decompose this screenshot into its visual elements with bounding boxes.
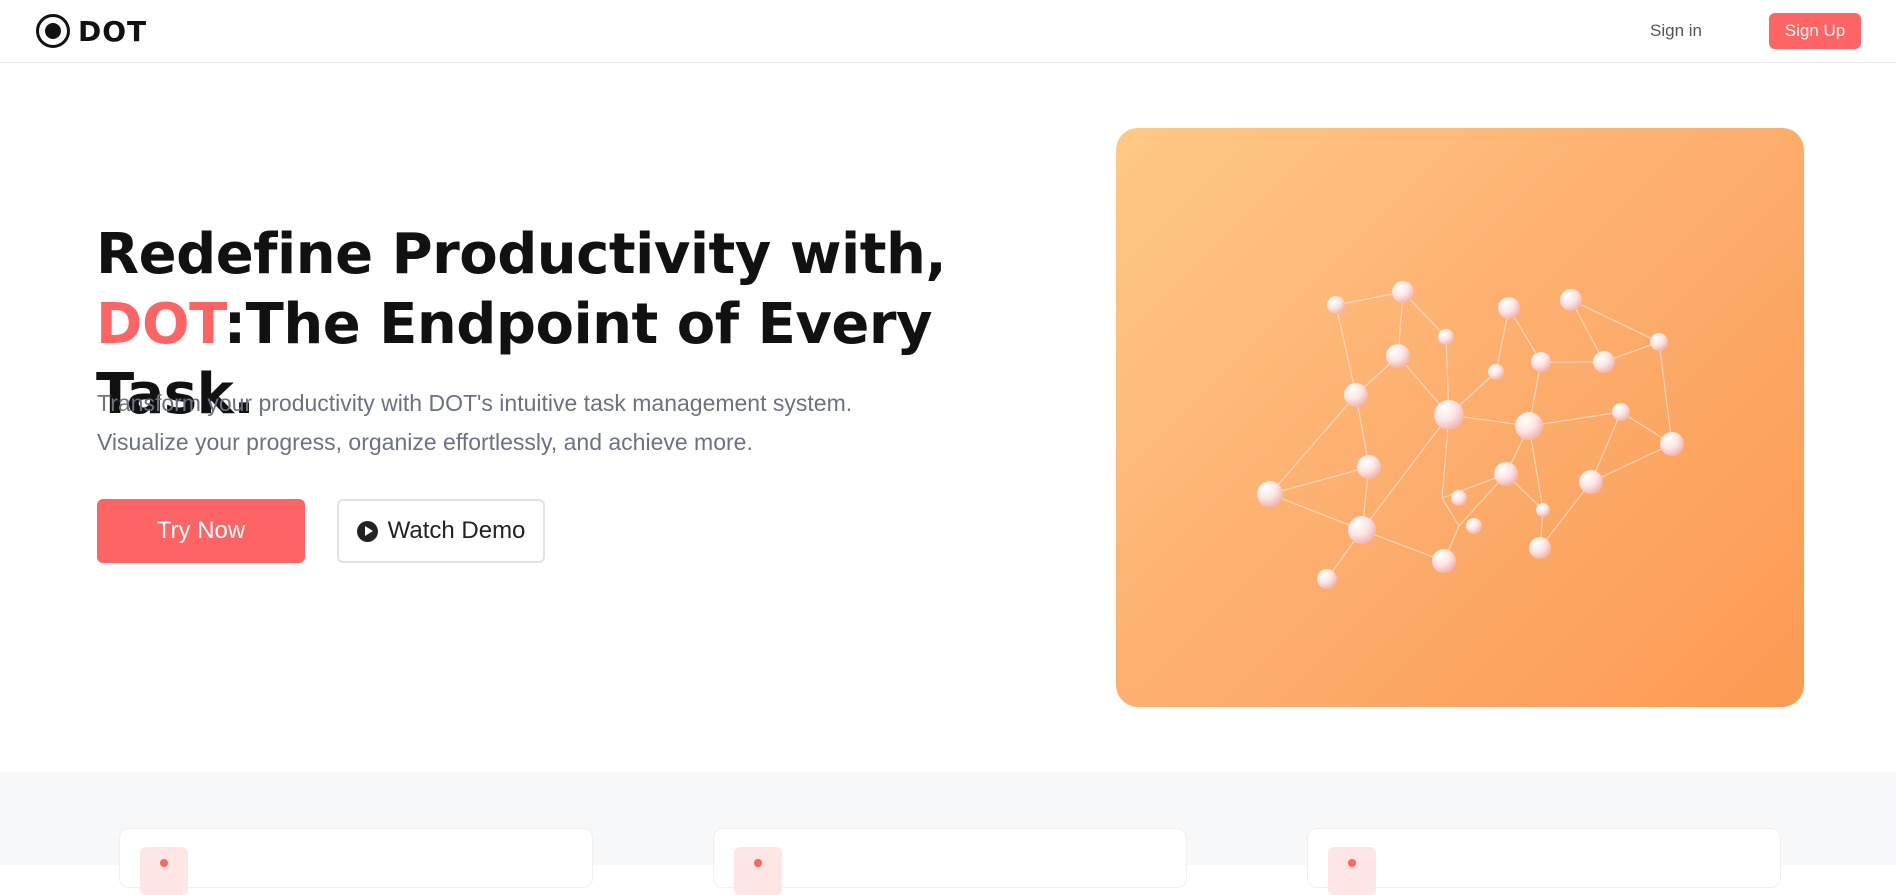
features-section	[0, 772, 1896, 895]
watch-demo-label: Watch Demo	[387, 517, 526, 544]
network-nodes-illustration	[1257, 281, 1684, 589]
brand-name: DOT	[78, 14, 148, 48]
feature-card	[119, 828, 593, 895]
sign-up-button[interactable]: Sign Up	[1769, 13, 1861, 49]
top-navbar: DOT Sign in Sign Up	[0, 0, 1896, 63]
sign-in-link[interactable]: Sign in	[1650, 18, 1702, 44]
feature-icon	[734, 847, 782, 895]
hero-subtitle: Transform your productivity with DOT's i…	[97, 384, 997, 462]
feature-icon	[1328, 847, 1376, 895]
hero-title-accent: DOT	[96, 292, 224, 357]
hero-subtitle-line2: Visualize your progress, organize effort…	[97, 429, 753, 455]
play-circle-icon	[356, 520, 378, 542]
dot-logo-icon	[36, 14, 70, 48]
hero-title-line1: Redefine Productivity with,	[96, 222, 947, 287]
feature-icon	[140, 847, 188, 895]
feature-card	[1307, 828, 1781, 895]
hero-subtitle-line1: Transform your productivity with DOT's i…	[97, 390, 853, 416]
try-now-button[interactable]: Try Now	[97, 499, 305, 563]
feature-card	[713, 828, 1187, 895]
brand[interactable]: DOT	[36, 14, 147, 48]
watch-demo-button[interactable]: Watch Demo	[337, 499, 545, 563]
hero-illustration	[1116, 128, 1804, 707]
